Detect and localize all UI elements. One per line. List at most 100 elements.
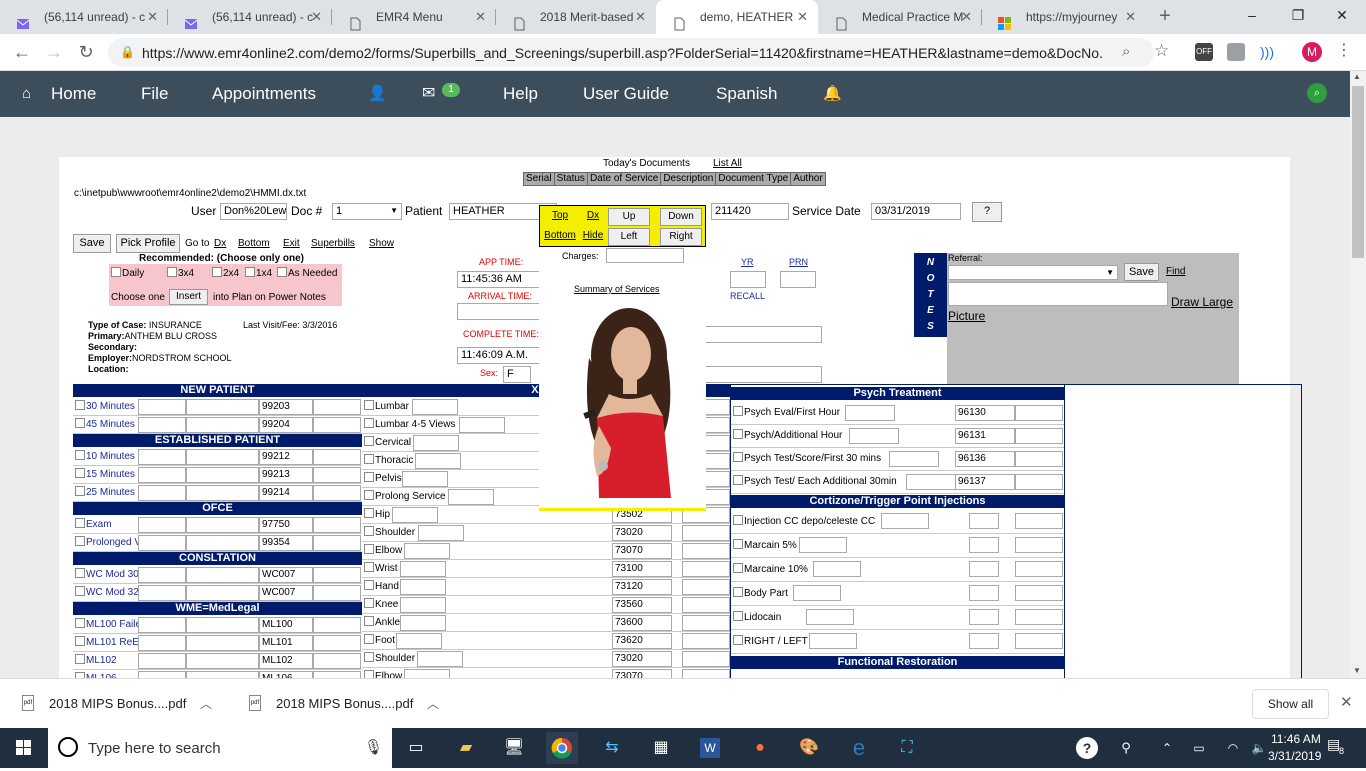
cpt-code-field[interactable]: 96137 xyxy=(955,474,1015,490)
pick-profile-button[interactable]: Pick Profile xyxy=(116,234,180,253)
cpt-code-field[interactable]: ML106 xyxy=(259,671,313,678)
note-field-2[interactable] xyxy=(705,366,822,383)
row-checkbox[interactable] xyxy=(364,400,374,410)
row-checkbox[interactable] xyxy=(364,580,374,590)
modifier-field[interactable] xyxy=(186,671,259,678)
row-checkbox[interactable] xyxy=(75,400,85,410)
close-tab-icon[interactable]: ✕ xyxy=(475,0,486,34)
code-row-label[interactable]: WC Mod 30 xyxy=(75,566,139,583)
row-checkbox[interactable] xyxy=(364,526,374,536)
cpt-code-field[interactable]: 96131 xyxy=(955,428,1015,444)
modifier-field[interactable] xyxy=(186,399,259,415)
forward-icon[interactable]: → xyxy=(42,40,66,64)
injection-code-field[interactable] xyxy=(969,561,999,577)
summary-link[interactable]: Summary of Services xyxy=(574,284,660,294)
tray-chevron-icon[interactable]: ⌃ xyxy=(1156,732,1178,764)
microphone-icon[interactable]: 🎙 xyxy=(364,738,383,756)
xray-row-label[interactable]: Wrist xyxy=(364,560,398,577)
qty-field[interactable] xyxy=(138,417,186,433)
close-tab-icon[interactable]: ✕ xyxy=(961,0,972,34)
qty-field[interactable] xyxy=(138,467,186,483)
code-row-label[interactable]: 15 Minutes xyxy=(75,466,135,483)
chevron-up-icon[interactable]: ︿ xyxy=(427,679,439,729)
fee-field[interactable] xyxy=(1015,633,1063,649)
xray-qty-field[interactable] xyxy=(415,453,461,469)
row-checkbox[interactable] xyxy=(75,486,85,496)
referral-select[interactable]: ▼ xyxy=(948,265,1118,280)
popup-right-button[interactable]: Right xyxy=(660,228,702,246)
injection-code-field[interactable] xyxy=(969,609,999,625)
injection-row-label[interactable]: Injection CC depo/celeste CC xyxy=(733,510,875,533)
fee-field[interactable] xyxy=(682,669,730,678)
injection-row-label[interactable]: Marcaine 10% xyxy=(733,558,808,581)
fee-field[interactable] xyxy=(682,579,730,595)
code-row-label[interactable]: WC Mod 32 xyxy=(75,584,139,601)
injection-row-label[interactable]: RIGHT / LEFT xyxy=(733,630,808,653)
row-checkbox[interactable] xyxy=(364,616,374,626)
search-icon[interactable]: ⌕ xyxy=(1307,83,1327,103)
fee-field[interactable] xyxy=(313,535,361,551)
cpt-code-field[interactable]: 99213 xyxy=(259,467,313,483)
task-view-icon[interactable]: ▭ xyxy=(400,732,432,764)
cpt-code-field[interactable]: WC007 xyxy=(259,585,313,601)
scrollbar-thumb[interactable] xyxy=(1352,86,1364,258)
row-checkbox[interactable] xyxy=(75,568,85,578)
xray-qty-field[interactable] xyxy=(404,543,450,559)
qty-field[interactable] xyxy=(138,535,186,551)
xray-qty-field[interactable] xyxy=(413,435,459,451)
help-icon[interactable]: ? xyxy=(1074,732,1100,764)
psych-row-label[interactable]: Psych Test/ Each Additional 30min xyxy=(733,471,897,493)
browser-tab[interactable]: EMR4 Menu ✕ xyxy=(332,0,496,34)
fee-field[interactable] xyxy=(682,633,730,649)
cpt-code-field[interactable]: 73600 xyxy=(612,615,672,631)
cast-icon[interactable]: ))) xyxy=(1258,43,1276,61)
cpt-code-field[interactable]: 99203 xyxy=(259,399,313,415)
goto-exit-link[interactable]: Exit xyxy=(283,238,300,249)
browser-tab[interactable]: (56,114 unread) - c ✕ xyxy=(168,0,332,34)
xray-row-label[interactable]: Knee xyxy=(364,596,398,613)
fee-field[interactable] xyxy=(1015,428,1063,444)
goto-dx-link[interactable]: Dx xyxy=(214,238,226,249)
col-doc-type[interactable]: Document Type xyxy=(715,172,792,186)
recall-yr-field[interactable] xyxy=(730,271,766,288)
injection-code-field[interactable] xyxy=(969,633,999,649)
prn-link[interactable]: PRN xyxy=(789,257,808,267)
save-button[interactable]: Save xyxy=(73,234,111,253)
profile-avatar[interactable]: M xyxy=(1302,42,1322,62)
patient-id-field[interactable]: 211420 xyxy=(711,203,789,220)
code-row-label[interactable]: 10 Minutes xyxy=(75,448,135,465)
browser-tab[interactable]: (56,114 unread) - c ✕ xyxy=(0,0,168,34)
picture-link[interactable]: Picture xyxy=(948,309,985,323)
row-checkbox[interactable] xyxy=(75,468,85,478)
yr-link[interactable]: YR xyxy=(741,257,754,267)
injection-code-field[interactable] xyxy=(969,585,999,601)
psych-row-label[interactable]: Psych Eval/First Hour xyxy=(733,402,840,424)
back-icon[interactable]: ← xyxy=(10,40,34,64)
injection-row-label[interactable]: Lidocain xyxy=(733,606,781,629)
notes-textarea[interactable] xyxy=(948,282,1168,306)
nav-file[interactable]: File xyxy=(141,71,168,117)
cpt-code-field[interactable]: 99204 xyxy=(259,417,313,433)
sex-field[interactable]: F xyxy=(503,366,531,383)
reload-icon[interactable]: ↻ xyxy=(74,40,98,64)
close-tab-icon[interactable]: ✕ xyxy=(1125,0,1136,34)
xray-qty-field[interactable] xyxy=(448,489,494,505)
insert-button[interactable]: Insert xyxy=(169,289,208,305)
injection-qty-field[interactable] xyxy=(806,609,854,625)
code-row-label[interactable]: ML106 xyxy=(75,670,117,678)
firefox-icon[interactable]: ● xyxy=(744,732,776,764)
row-checkbox[interactable] xyxy=(364,436,374,446)
cpt-code-field[interactable]: 73070 xyxy=(612,543,672,559)
calculator-icon[interactable]: ▦ xyxy=(645,732,677,764)
qty-field[interactable] xyxy=(138,671,186,678)
close-window-icon[interactable]: ✕ xyxy=(1320,0,1364,30)
goto-bottom-link[interactable]: Bottom xyxy=(238,238,270,249)
modifier-field[interactable] xyxy=(186,485,259,501)
modifier-field[interactable] xyxy=(186,535,259,551)
cpt-code-field[interactable]: 96130 xyxy=(955,405,1015,421)
injection-qty-field[interactable] xyxy=(793,585,841,601)
clock-time[interactable]: 11:46 AM xyxy=(1271,732,1321,746)
xray-row-label[interactable]: Ankle xyxy=(364,614,400,631)
code-row-label[interactable]: 30 Minutes xyxy=(75,398,135,415)
cpt-code-field[interactable]: 73100 xyxy=(612,561,672,577)
